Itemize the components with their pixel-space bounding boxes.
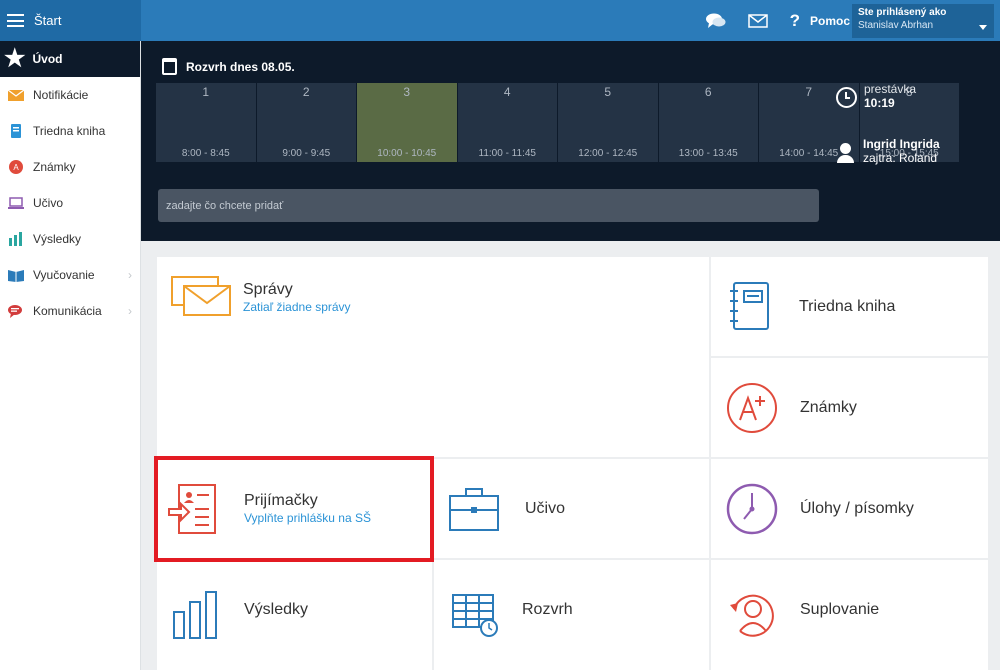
tile-ucivo[interactable]: Učivo xyxy=(434,459,709,558)
tile-vysledky[interactable]: Výsledky xyxy=(157,560,432,670)
lesson-number: 5 xyxy=(604,85,612,99)
lesson-time: 10:00 - 10:45 xyxy=(377,148,437,159)
chevron-right-icon: › xyxy=(128,268,132,282)
sidebar-item-ucivo[interactable]: Učivo xyxy=(0,185,140,221)
lesson-time: 13:00 - 13:45 xyxy=(678,148,738,159)
sidebar-item-uvod[interactable]: ★ Úvod xyxy=(0,41,140,77)
lesson-number: 4 xyxy=(503,85,511,99)
sidebar-item-triedna-kniha[interactable]: Triedna kniha xyxy=(0,113,140,149)
tile-title: Známky xyxy=(800,398,857,416)
menu-toggle[interactable]: Štart xyxy=(0,0,141,41)
supervisor-info: Ingrid Ingrida zajtra: Roland xyxy=(836,137,940,165)
tile-znamky[interactable]: Známky xyxy=(711,358,988,457)
chevron-down-icon xyxy=(979,25,987,30)
lesson-cell[interactable]: 5 12:00 - 12:45 xyxy=(558,83,658,162)
grade-a-plus-icon xyxy=(727,382,777,433)
timetable-icon xyxy=(452,594,498,637)
sidebar-item-label: Komunikácia xyxy=(33,304,102,318)
sidebar-item-notifikacie[interactable]: Notifikácie xyxy=(0,77,140,113)
schedule-panel: Rozvrh dnes 08.05. 1 8:00 - 8:45 2 9:00 - … xyxy=(141,41,1000,241)
lesson-cell[interactable]: 4 11:00 - 11:45 xyxy=(457,83,557,162)
tile-title: Rozvrh xyxy=(522,601,573,618)
chat-icon[interactable] xyxy=(705,13,726,29)
chevron-right-icon: › xyxy=(128,304,132,318)
break-info: prestávka 10:19 xyxy=(836,82,916,110)
lesson-time: 9:00 - 9:45 xyxy=(282,148,331,159)
sidebar-item-label: Vyučovanie xyxy=(33,268,95,282)
sidebar: ★ Úvod Notifikácie Triedna kniha A Známk… xyxy=(0,41,141,670)
lesson-cell[interactable]: 2 9:00 - 9:45 xyxy=(256,83,356,162)
substitute-person-icon xyxy=(730,594,774,637)
tile-title: Výsledky xyxy=(244,601,309,618)
schedule-title: Rozvrh dnes 08.05. xyxy=(162,58,295,75)
sidebar-item-label: Známky xyxy=(33,160,76,174)
open-book-icon xyxy=(8,270,24,282)
sidebar-item-znamky[interactable]: A Známky xyxy=(0,149,140,185)
sidebar-item-komunikacia[interactable]: Komunikácia › xyxy=(0,293,140,329)
break-time: 10:19 xyxy=(864,96,895,110)
tile-title: Úlohy / písomky xyxy=(800,499,914,517)
lesson-cell[interactable]: 6 13:00 - 13:45 xyxy=(658,83,758,162)
tile-rozvrh[interactable]: Rozvrh xyxy=(434,560,709,670)
question-icon: ? xyxy=(789,10,800,30)
help-label: Pomoc xyxy=(809,13,850,28)
user-name: Stanislav Abrhan xyxy=(858,20,934,31)
lesson-cell[interactable]: 1 8:00 - 8:45 xyxy=(156,83,256,162)
lesson-time: 8:00 - 8:45 xyxy=(181,148,230,159)
mail-icon[interactable] xyxy=(747,13,768,28)
sidebar-item-label: Úvod xyxy=(32,52,63,66)
tomorrow-text: zajtra: Roland xyxy=(863,151,938,165)
person-name: Ingrid Ingrida xyxy=(863,137,940,151)
clock-icon xyxy=(726,483,778,534)
laptop-icon xyxy=(8,197,24,209)
lesson-number: 6 xyxy=(704,85,712,99)
hamburger-icon xyxy=(7,14,24,27)
lesson-cell-current[interactable]: 3 10:00 - 10:45 xyxy=(357,83,457,162)
menu-label: Štart xyxy=(34,13,62,28)
top-actions: ? Pomoc xyxy=(705,0,850,41)
grade-icon: A xyxy=(9,160,23,174)
tile-title: Učivo xyxy=(525,499,566,517)
user-label: Ste prihlásený ako xyxy=(858,7,947,18)
book-icon xyxy=(11,124,21,138)
envelope-icon xyxy=(8,89,24,101)
sidebar-item-label: Triedna kniha xyxy=(33,124,106,138)
lesson-number: 1 xyxy=(202,85,210,99)
sidebar-item-vysledky[interactable]: Výsledky xyxy=(0,221,140,257)
calendar-icon xyxy=(162,58,177,75)
user-menu[interactable]: Ste prihlásený ako Stanislav Abrhan xyxy=(852,4,994,38)
highlight-frame xyxy=(154,456,434,562)
sidebar-item-vyucovanie[interactable]: Vyučovanie › xyxy=(0,257,140,293)
lesson-number: 3 xyxy=(403,85,411,99)
tile-ulohy[interactable]: Úlohy / písomky xyxy=(711,459,988,558)
sidebar-item-label: Notifikácie xyxy=(33,88,89,102)
chat-bubble-icon xyxy=(8,305,22,318)
bar-chart-icon xyxy=(173,591,217,639)
add-item-input[interactable] xyxy=(158,189,819,222)
briefcase-icon xyxy=(449,487,499,531)
sidebar-item-label: Učivo xyxy=(33,196,64,210)
mail-stack-icon xyxy=(171,276,231,316)
sidebar-item-label: Výsledky xyxy=(33,232,82,246)
tile-suplovanie[interactable]: Suplovanie xyxy=(711,560,988,670)
lesson-number: 2 xyxy=(302,85,310,99)
break-label: prestávka xyxy=(864,82,917,96)
schedule-title-text: Rozvrh dnes 08.05. xyxy=(186,59,295,74)
tile-triedna-kniha[interactable]: Triedna kniha xyxy=(711,257,988,356)
clock-icon xyxy=(836,87,857,108)
star-icon: ★ xyxy=(4,45,26,72)
chart-icon xyxy=(9,232,22,246)
lesson-time: 11:00 - 11:45 xyxy=(478,148,536,159)
svg-text:A: A xyxy=(13,163,19,172)
tile-title: Suplovanie xyxy=(800,601,880,618)
tile-subtitle: Zatiaľ žiadne správy xyxy=(243,300,351,314)
help-button[interactable]: ? Pomoc xyxy=(790,11,850,31)
tile-title: Správy xyxy=(243,281,293,298)
lesson-time: 12:00 - 12:45 xyxy=(578,148,638,159)
person-icon xyxy=(836,143,854,163)
notebook-icon xyxy=(730,281,769,330)
top-bar: Štart ? Pomoc Ste prihlásený ako Stanisl… xyxy=(0,0,1000,41)
tile-spravy[interactable]: Správy Zatiaľ žiadne správy xyxy=(157,257,709,457)
tile-title: Triedna kniha xyxy=(799,297,896,315)
